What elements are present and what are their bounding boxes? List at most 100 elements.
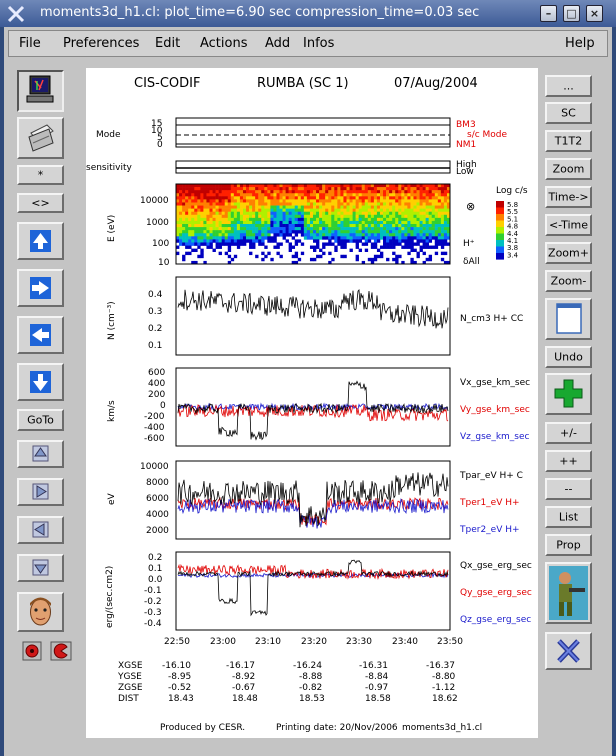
spectrogram-cell <box>191 199 195 203</box>
spectrogram-cell <box>422 190 426 194</box>
spectrogram-cell <box>300 196 305 200</box>
star-button[interactable]: * <box>17 165 64 185</box>
spectrogram-cell <box>215 214 219 219</box>
spectrogram-cell <box>182 184 186 188</box>
menu-preferences[interactable]: Preferences <box>63 36 139 51</box>
goto-button[interactable]: GoTo <box>17 409 64 431</box>
terminal-button[interactable] <box>17 70 64 112</box>
spectrogram-cell <box>386 211 390 216</box>
spectrogram-cell <box>373 187 378 191</box>
face-button[interactable] <box>17 592 64 632</box>
spectrogram-cell <box>273 193 277 197</box>
spectrogram-cell <box>340 199 344 203</box>
spectrogram-cell <box>407 214 411 219</box>
exit-button[interactable] <box>545 632 592 670</box>
spectrogram-cell <box>182 205 186 209</box>
spectrogram-cell <box>313 187 317 191</box>
time-forward-button[interactable]: Time-> <box>545 186 592 208</box>
spectrogram-cell <box>246 184 250 188</box>
diamond-button[interactable]: <> <box>17 193 64 213</box>
spectrogram-cell <box>373 211 378 216</box>
spectrogram-cell <box>316 211 320 216</box>
spectrogram-cell <box>200 217 204 222</box>
spectrogram-cell <box>343 217 347 222</box>
spectrogram-cell <box>185 214 189 219</box>
prop-button[interactable]: Prop <box>545 534 592 556</box>
time-back-button[interactable]: <-Time <box>545 214 592 236</box>
spectrogram-cell <box>367 220 372 225</box>
zoom-button[interactable]: Zoom <box>545 158 592 180</box>
arrow-up-button[interactable] <box>17 222 64 260</box>
menu-infos[interactable]: Infos <box>303 36 334 51</box>
spectrogram-cell <box>422 230 426 234</box>
spectrogram-cell <box>300 227 305 231</box>
zoom-out-button[interactable]: Zoom- <box>545 270 592 292</box>
window-button[interactable] <box>545 298 592 340</box>
spectrogram-cell <box>358 227 363 231</box>
minimize-button[interactable]: – <box>540 5 557 22</box>
spectrogram-cell <box>422 205 426 209</box>
close-button[interactable]: × <box>586 5 603 22</box>
spectrogram-cell <box>297 202 302 206</box>
arrow-right-button[interactable] <box>17 269 64 307</box>
spectrogram-cell <box>273 230 277 234</box>
spectrogram-cell <box>267 233 271 237</box>
small-arrow-right-icon <box>32 483 49 500</box>
arrow-down-button[interactable] <box>17 363 64 401</box>
print-button[interactable] <box>17 117 64 159</box>
app-x-icon[interactable] <box>6 4 26 24</box>
spectrogram-cell <box>316 184 320 188</box>
spectrogram-cell <box>322 217 326 222</box>
spectrogram-cell <box>203 230 207 234</box>
plus-plus-button[interactable]: ++ <box>545 450 592 472</box>
spectrogram-cell <box>200 184 204 188</box>
spectrogram-cell <box>413 248 417 252</box>
spectrogram-cell <box>221 193 226 197</box>
spectrogram-cell <box>255 233 259 237</box>
more-button[interactable]: ... <box>545 75 592 97</box>
small-up-button[interactable] <box>17 440 64 468</box>
spectrogram-cell <box>218 196 222 200</box>
spectrogram-cell <box>203 211 207 216</box>
menu-edit[interactable]: Edit <box>155 36 180 51</box>
spectrogram-cell <box>434 220 439 225</box>
spectrogram-cell <box>386 239 390 243</box>
menu-help[interactable]: Help <box>565 36 595 51</box>
undo-button[interactable]: Undo <box>545 346 592 368</box>
spectrogram-cell <box>346 211 350 216</box>
t1t2-button[interactable]: T1T2 <box>545 130 592 152</box>
sc-button[interactable]: SC <box>545 102 592 124</box>
pacman-icon[interactable] <box>50 641 72 661</box>
small-down-button[interactable] <box>17 554 64 582</box>
spectrogram-cell <box>224 205 229 209</box>
menu-add[interactable]: Add <box>265 36 290 51</box>
spectrogram-cell <box>188 202 192 206</box>
spectrogram-cell <box>355 245 359 249</box>
plot-canvas[interactable]: CIS-CODIF RUMBA (SC 1) 07/Aug/2004 Mode … <box>86 68 538 738</box>
spectrogram-cell <box>239 239 244 243</box>
small-left-button[interactable] <box>17 516 64 544</box>
menu-file[interactable]: File <box>19 36 41 51</box>
spectrogram-cell <box>297 227 302 231</box>
doom-button[interactable] <box>545 562 592 624</box>
list-button[interactable]: List <box>545 506 592 528</box>
arrow-left-button[interactable] <box>17 316 64 354</box>
spectrogram-cell <box>236 211 241 216</box>
spectrogram-cell <box>370 202 375 206</box>
zoom-in-button[interactable]: Zoom+ <box>545 242 592 264</box>
plus-minus-button[interactable]: +/- <box>545 422 592 444</box>
menu-actions[interactable]: Actions <box>200 36 248 51</box>
spectrogram-cell <box>282 217 286 222</box>
minus-minus-button[interactable]: -- <box>545 478 592 500</box>
spectrogram-cell <box>209 184 213 188</box>
spectrogram-cell <box>398 224 402 228</box>
maximize-button[interactable]: □ <box>563 5 580 22</box>
spectrogram-cell <box>322 211 326 216</box>
small-right-button[interactable] <box>17 478 64 506</box>
spectrogram-cell <box>197 220 201 225</box>
spectrogram-cell <box>291 230 296 234</box>
stop-icon[interactable] <box>22 641 42 661</box>
spectrogram-cell <box>316 245 320 249</box>
spectrogram-cell <box>395 230 399 234</box>
add-panel-button[interactable] <box>545 373 592 415</box>
